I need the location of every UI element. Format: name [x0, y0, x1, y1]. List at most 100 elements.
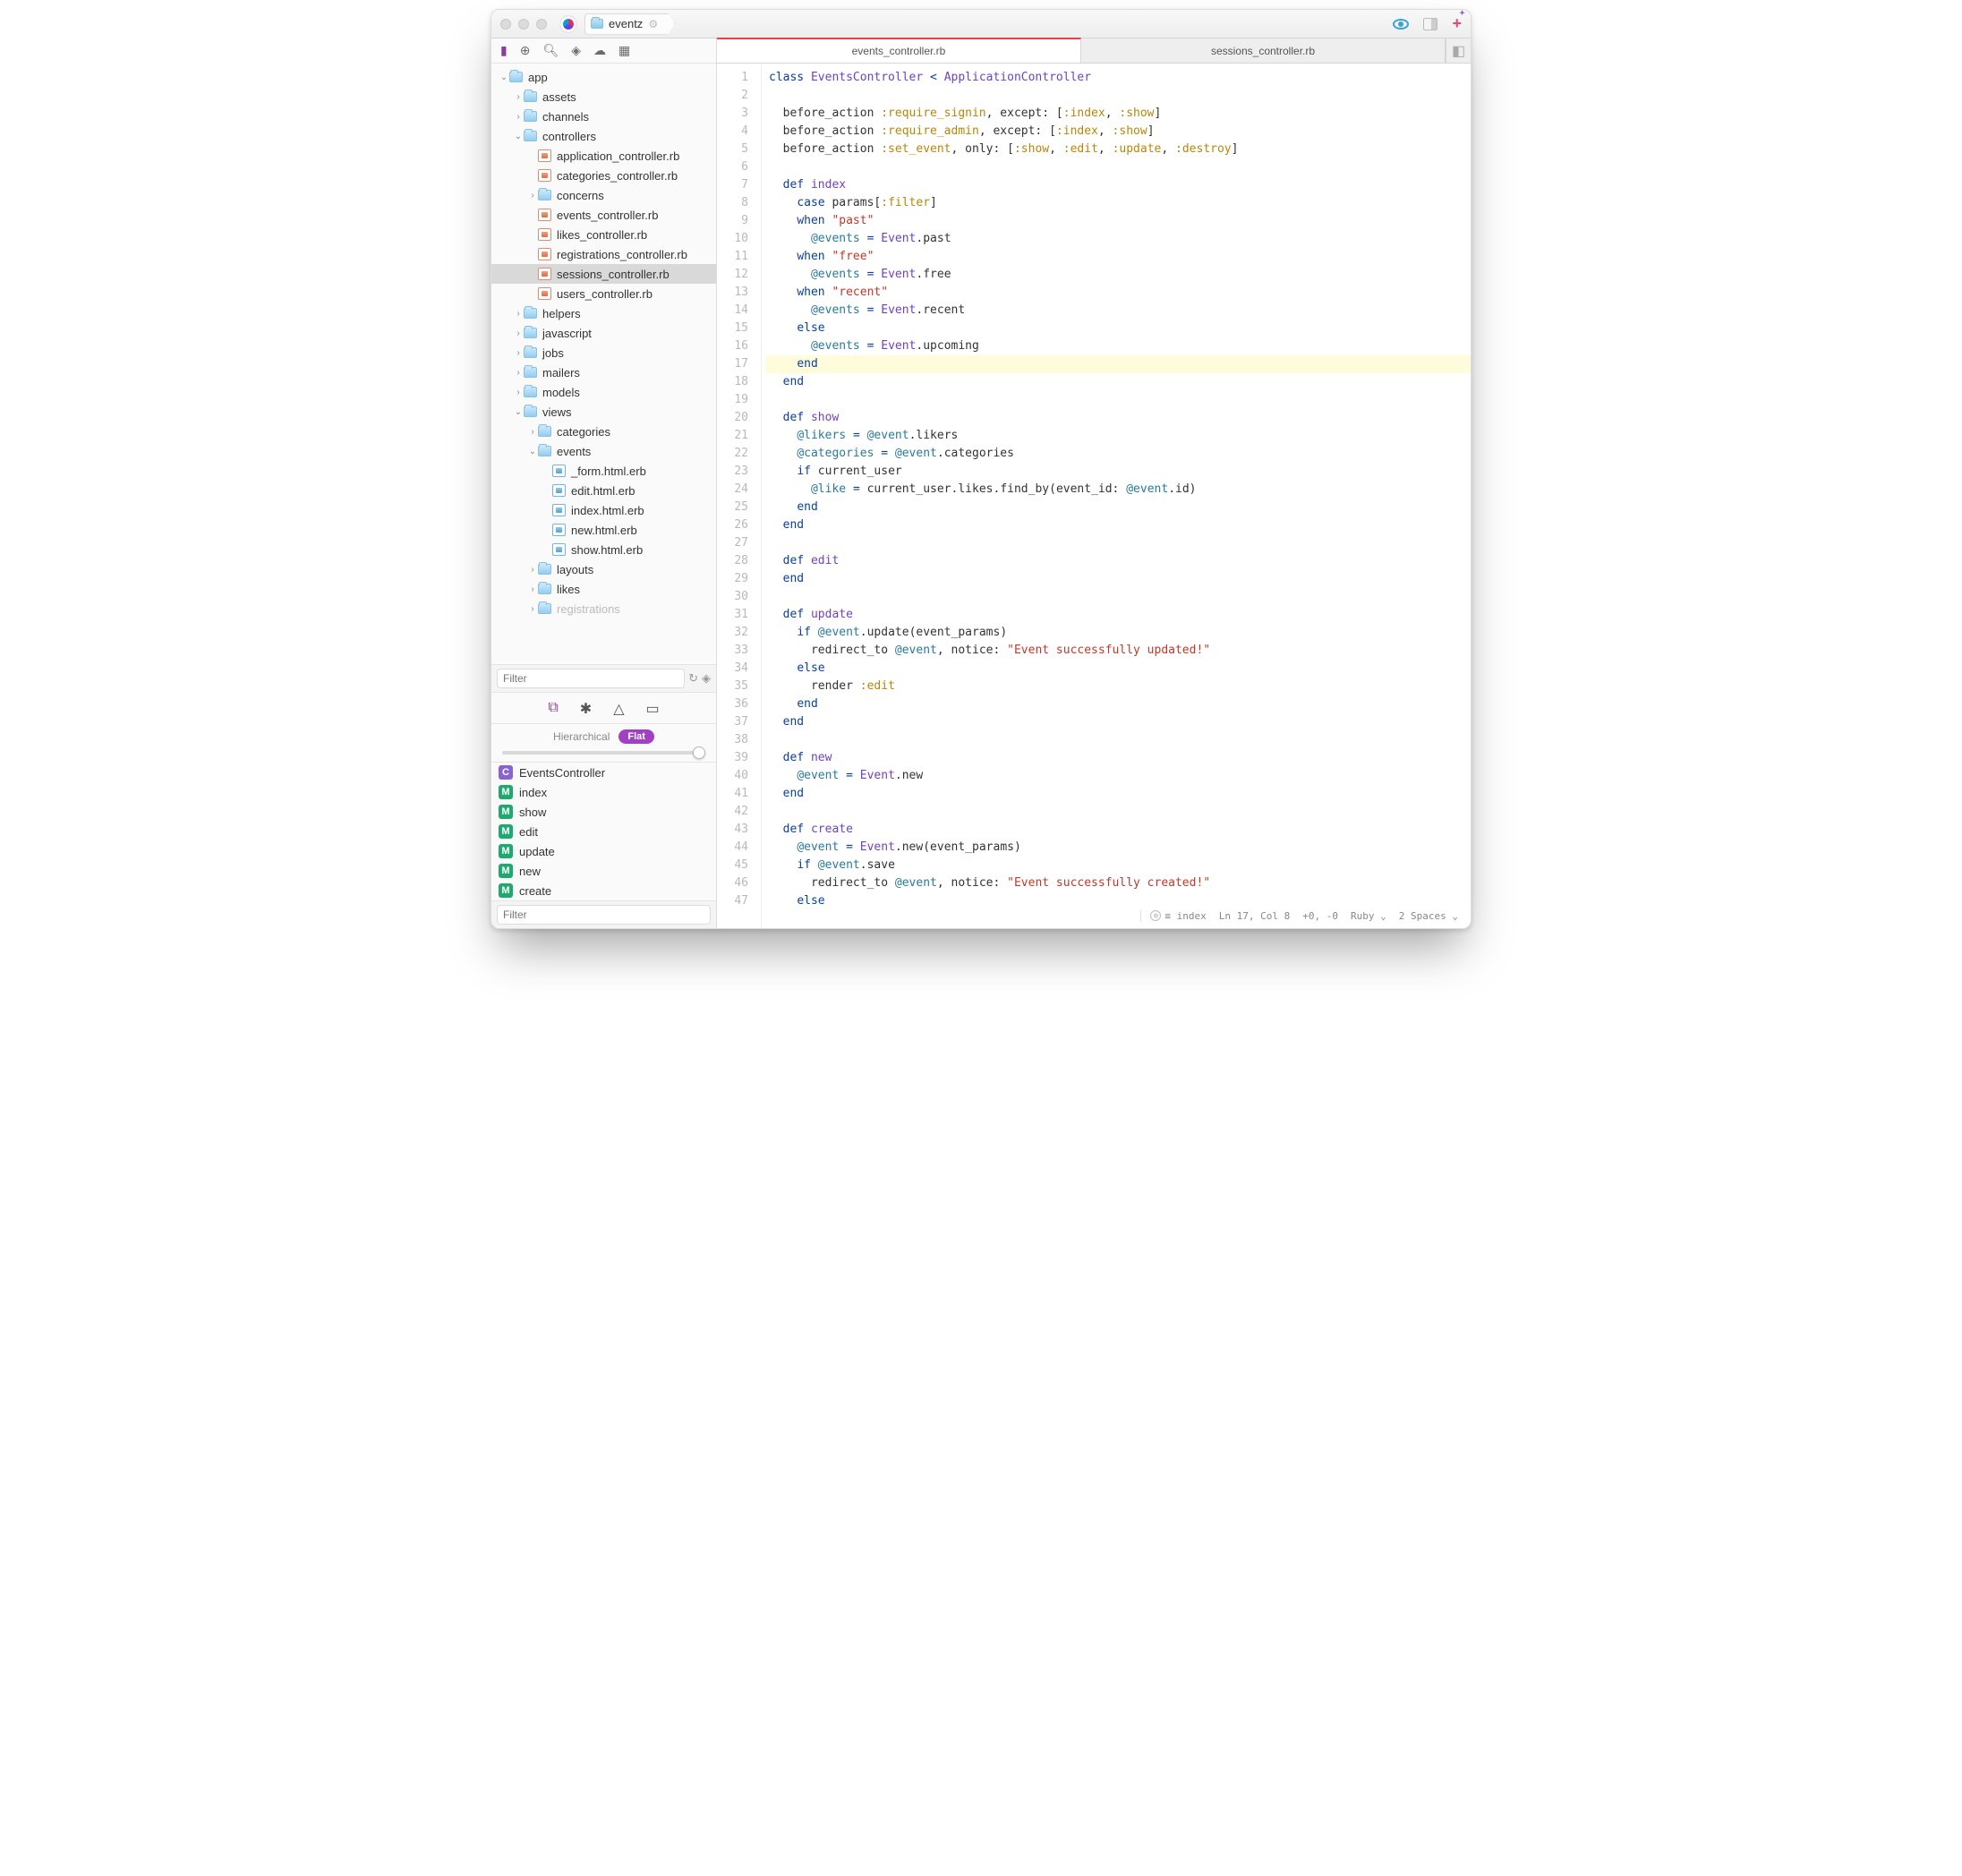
tree-file[interactable]: sessions_controller.rb [491, 264, 716, 284]
disclosure-icon[interactable]: › [527, 427, 538, 437]
disclosure-icon[interactable]: › [527, 565, 538, 575]
tree-folder[interactable]: ›concerns [491, 185, 716, 205]
new-file-icon[interactable]: + [1452, 14, 1462, 33]
code-line[interactable]: end [765, 785, 1471, 803]
tree-file[interactable]: categories_controller.rb [491, 166, 716, 185]
code-line[interactable]: @event = Event.new [765, 767, 1471, 785]
tree-folder[interactable]: ›jobs [491, 343, 716, 362]
code-line[interactable]: @events = Event.past [765, 230, 1471, 248]
tree-file[interactable]: index.html.erb [491, 500, 716, 520]
split-editor-icon[interactable]: ◧ [1446, 38, 1471, 63]
editor-tab[interactable]: events_controller.rb [717, 38, 1081, 63]
symbol-row[interactable]: Medit [491, 822, 716, 841]
code-line[interactable]: before_action :set_event, only: [:show, … [765, 141, 1471, 158]
disclosure-icon[interactable]: ⌄ [513, 132, 524, 141]
tree-folder[interactable]: ›channels [491, 107, 716, 126]
disclosure-icon[interactable]: › [527, 191, 538, 200]
code-line[interactable] [765, 588, 1471, 606]
code-line[interactable]: redirect_to @event, notice: "Event succe… [765, 874, 1471, 892]
tree-folder[interactable]: ›assets [491, 87, 716, 107]
tag-icon[interactable]: ◈ [571, 43, 581, 58]
editor-body[interactable]: 1234567891011121314151617181920212223242… [717, 64, 1471, 928]
code-line[interactable]: def create [765, 821, 1471, 839]
code-line[interactable]: else [765, 660, 1471, 678]
tree-folder[interactable]: ⌄controllers [491, 126, 716, 146]
code-line[interactable] [765, 391, 1471, 409]
tree-folder[interactable]: ›javascript [491, 323, 716, 343]
preview-icon[interactable] [1393, 19, 1409, 30]
tree-file[interactable]: application_controller.rb [491, 146, 716, 166]
status-position[interactable]: Ln 17, Col 8 [1219, 910, 1290, 922]
code-line[interactable]: end [765, 713, 1471, 731]
terminal-icon[interactable]: ▭ [646, 700, 660, 718]
traffic-minimize[interactable] [518, 19, 529, 30]
disclosure-icon[interactable]: ⌄ [527, 447, 538, 456]
traffic-zoom[interactable] [536, 19, 547, 30]
symbol-row[interactable]: Mindex [491, 782, 716, 802]
code-line[interactable]: if @event.update(event_params) [765, 624, 1471, 642]
code-line[interactable]: @events = Event.recent [765, 302, 1471, 320]
disclosure-icon[interactable]: › [513, 92, 524, 102]
disclosure-icon[interactable]: › [513, 368, 524, 378]
code-line[interactable]: @event = Event.new(event_params) [765, 839, 1471, 857]
code-line[interactable] [765, 87, 1471, 105]
mode-hierarchical[interactable]: Hierarchical [553, 730, 610, 743]
disclosure-icon[interactable]: › [513, 348, 524, 358]
code-line[interactable]: when "recent" [765, 284, 1471, 302]
tree-folder[interactable]: ⌄views [491, 402, 716, 422]
tree-file[interactable]: registrations_controller.rb [491, 244, 716, 264]
code-line[interactable]: def edit [765, 552, 1471, 570]
tree-folder[interactable]: ›categories [491, 422, 716, 441]
code-line[interactable]: def index [765, 176, 1471, 194]
code-line[interactable]: end [765, 516, 1471, 534]
code-line[interactable] [765, 158, 1471, 176]
code-line[interactable]: case params[:filter] [765, 194, 1471, 212]
symbol-row[interactable]: Mupdate [491, 841, 716, 861]
code-line[interactable]: @events = Event.upcoming [765, 337, 1471, 355]
code-line[interactable] [765, 534, 1471, 552]
code-line[interactable]: @like = current_user.likes.find_by(event… [765, 481, 1471, 499]
tree-folder[interactable]: ⌄events [491, 441, 716, 461]
symbol-row[interactable]: Mcreate [491, 881, 716, 900]
code-line[interactable]: if current_user [765, 463, 1471, 481]
code-line[interactable]: end [765, 355, 1471, 373]
code-line[interactable]: redirect_to @event, notice: "Event succe… [765, 642, 1471, 660]
code-line[interactable]: @events = Event.free [765, 266, 1471, 284]
code-line[interactable]: before_action :require_admin, except: [:… [765, 123, 1471, 141]
code-line[interactable]: @categories = @event.categories [765, 445, 1471, 463]
warnings-icon[interactable]: △ [613, 700, 624, 718]
gear-icon[interactable]: ⚙ [648, 18, 658, 30]
disclosure-icon[interactable]: ⌄ [513, 407, 524, 417]
history-icon[interactable]: ↻ [688, 671, 698, 686]
asterisk-icon[interactable]: ✱ [580, 700, 592, 718]
panel-toggle-icon[interactable] [1423, 18, 1437, 30]
tree-file[interactable]: new.html.erb [491, 520, 716, 540]
code-line[interactable]: render :edit [765, 678, 1471, 695]
symbol-row[interactable]: Mnew [491, 861, 716, 881]
symbol-row[interactable]: Mshow [491, 802, 716, 822]
tree-folder[interactable]: ›mailers [491, 362, 716, 382]
zoom-slider[interactable] [491, 749, 716, 763]
tree-folder[interactable]: ›likes [491, 579, 716, 599]
code-line[interactable]: else [765, 320, 1471, 337]
symbol-list[interactable]: CEventsControllerMindexMshowMeditMupdate… [491, 763, 716, 900]
code-view[interactable]: class EventsController < ApplicationCont… [762, 64, 1471, 928]
search-icon[interactable]: 🔍︎ [542, 43, 559, 58]
tree-folder[interactable]: ›layouts [491, 559, 716, 579]
files-tab-icon[interactable]: ▮ [500, 43, 508, 58]
cloud-icon[interactable]: ☁ [593, 43, 606, 58]
tree-folder[interactable]: ⌄app [491, 67, 716, 87]
disclosure-icon[interactable]: › [513, 328, 524, 338]
tree-file[interactable]: _form.html.erb [491, 461, 716, 481]
code-line[interactable]: when "free" [765, 248, 1471, 266]
tree-file[interactable]: show.html.erb [491, 540, 716, 559]
grid-icon[interactable]: ▦ [618, 43, 630, 58]
code-line[interactable]: def new [765, 749, 1471, 767]
tree-file[interactable]: users_controller.rb [491, 284, 716, 303]
disclosure-icon[interactable]: › [527, 604, 538, 614]
code-line[interactable]: if @event.save [765, 857, 1471, 874]
traffic-close[interactable] [500, 19, 511, 30]
code-line[interactable] [765, 803, 1471, 821]
status-breadcrumb[interactable]: ≡ index [1164, 910, 1206, 922]
status-language[interactable]: Ruby ⌄ [1351, 910, 1386, 922]
